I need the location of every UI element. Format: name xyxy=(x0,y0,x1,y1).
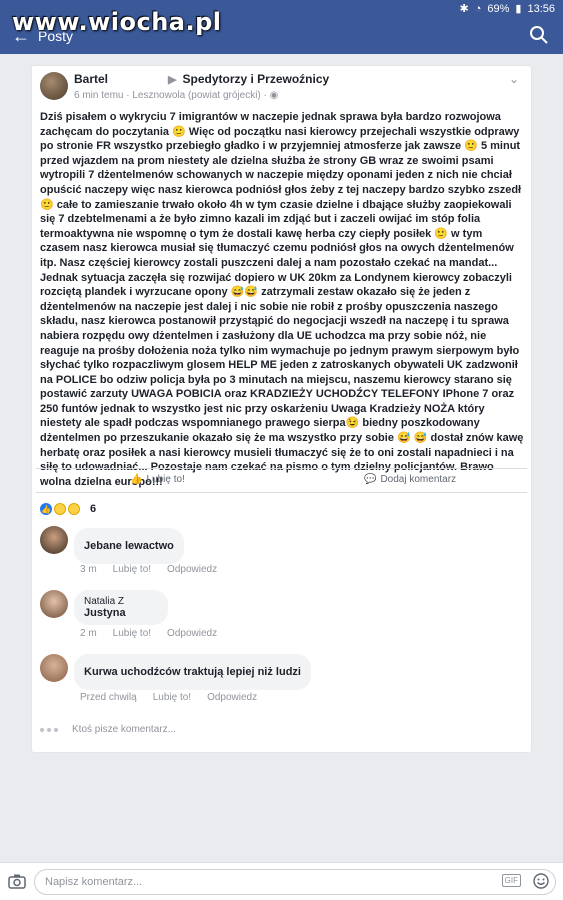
bluetooth-icon: ✱ xyxy=(459,3,469,15)
laugh-reaction-icon xyxy=(68,503,80,515)
comment-meta: Przed chwilą Lubię to! Odpowiedz xyxy=(80,692,257,703)
reactions-summary[interactable]: 👍 6 xyxy=(40,503,96,515)
post-body: Dziś pisałem o wykryciu 7 imigrantów w n… xyxy=(40,111,524,488)
comment-time: Przed chwilą xyxy=(80,692,137,703)
typing-text: Ktoś pisze komentarz... xyxy=(72,724,176,735)
comment-like-link[interactable]: Lubię to! xyxy=(153,692,191,703)
commenter-avatar[interactable] xyxy=(40,526,68,554)
gif-button[interactable]: GIF xyxy=(501,874,521,887)
comment-like-link[interactable]: Lubię to! xyxy=(113,628,151,639)
reaction-count: 6 xyxy=(90,503,97,515)
comment-reply-link[interactable]: Odpowiedz xyxy=(167,564,217,575)
post-meta-text: 6 min temu · Lesznowola (powiat grójecki… xyxy=(74,90,270,101)
comment-label: Dodaj komentarz xyxy=(380,474,457,485)
comment-time: 3 m xyxy=(80,564,97,575)
camera-icon[interactable] xyxy=(8,873,26,889)
battery-label: 69% xyxy=(487,2,510,15)
author-avatar[interactable] xyxy=(40,72,68,100)
comment-bubble: Jebane lewactwo xyxy=(74,528,184,564)
comment-bubble: Kurwa uchodźców traktują lepiej niż ludz… xyxy=(74,654,311,690)
typing-indicator: Ktoś pisze komentarz... xyxy=(40,724,176,735)
wifi-icon: ◔ xyxy=(474,2,482,15)
like-reaction-icon: 👍 xyxy=(40,503,52,515)
typing-dots-icon xyxy=(40,727,58,732)
globe-icon: ◉ xyxy=(269,90,279,101)
comment-button[interactable]: 💬 Dodaj komentarz xyxy=(364,474,456,485)
emoji-icon[interactable] xyxy=(533,873,549,889)
comment-meta: 2 m Lubię to! Odpowiedz xyxy=(80,628,217,639)
comment-like-link[interactable]: Lubię to! xyxy=(113,564,151,575)
post-meta: 6 min temu · Lesznowola (powiat grójecki… xyxy=(74,90,278,101)
search-icon[interactable] xyxy=(529,25,549,45)
author-name[interactable]: Bartel xyxy=(74,72,108,86)
play-arrow-icon: ▶ xyxy=(168,73,177,86)
comment-composer: Napisz komentarz... GIF xyxy=(0,862,563,900)
divider xyxy=(36,468,527,469)
comment-reply-link[interactable]: Odpowiedz xyxy=(207,692,257,703)
comment-input[interactable]: Napisz komentarz... xyxy=(34,869,556,895)
commenter-avatar[interactable] xyxy=(40,590,68,618)
like-label: Lubię to! xyxy=(146,474,185,485)
battery-icon: ▮ xyxy=(515,3,522,15)
clock: 13:56 xyxy=(527,2,555,15)
wow-reaction-icon xyxy=(54,503,66,515)
comment-meta: 3 m Lubię to! Odpowiedz xyxy=(80,564,217,575)
comment-icon: 💬 xyxy=(364,474,377,485)
comment-author[interactable]: Natalia Z xyxy=(84,596,158,607)
chevron-down-icon[interactable]: ⌄ xyxy=(509,72,519,86)
thumbs-up-icon: 👍 xyxy=(130,474,143,485)
watermark: www.wiocha.pl xyxy=(12,8,222,36)
comment-bubble: Natalia Z Justyna xyxy=(74,590,168,625)
group-name[interactable]: Spedytorzy i Przewoźnicy xyxy=(182,72,329,86)
comment-text: Jebane lewactwo xyxy=(84,540,174,552)
author-line: Bartel ▶ Spedytorzy i Przewoźnicy xyxy=(74,72,329,86)
like-button[interactable]: 👍 Lubię to! xyxy=(130,474,185,485)
status-right: ✱ ◔ 69% ▮ 13:56 xyxy=(459,2,556,16)
comment-reply-link[interactable]: Odpowiedz xyxy=(167,628,217,639)
comment-text: Kurwa uchodźców traktują lepiej niż ludz… xyxy=(84,666,301,678)
commenter-avatar[interactable] xyxy=(40,654,68,682)
post-card: Bartel ▶ Spedytorzy i Przewoźnicy 6 min … xyxy=(32,66,531,752)
divider xyxy=(36,492,527,493)
comment-time: 2 m xyxy=(80,628,97,639)
comment-text: Justyna xyxy=(84,607,126,619)
